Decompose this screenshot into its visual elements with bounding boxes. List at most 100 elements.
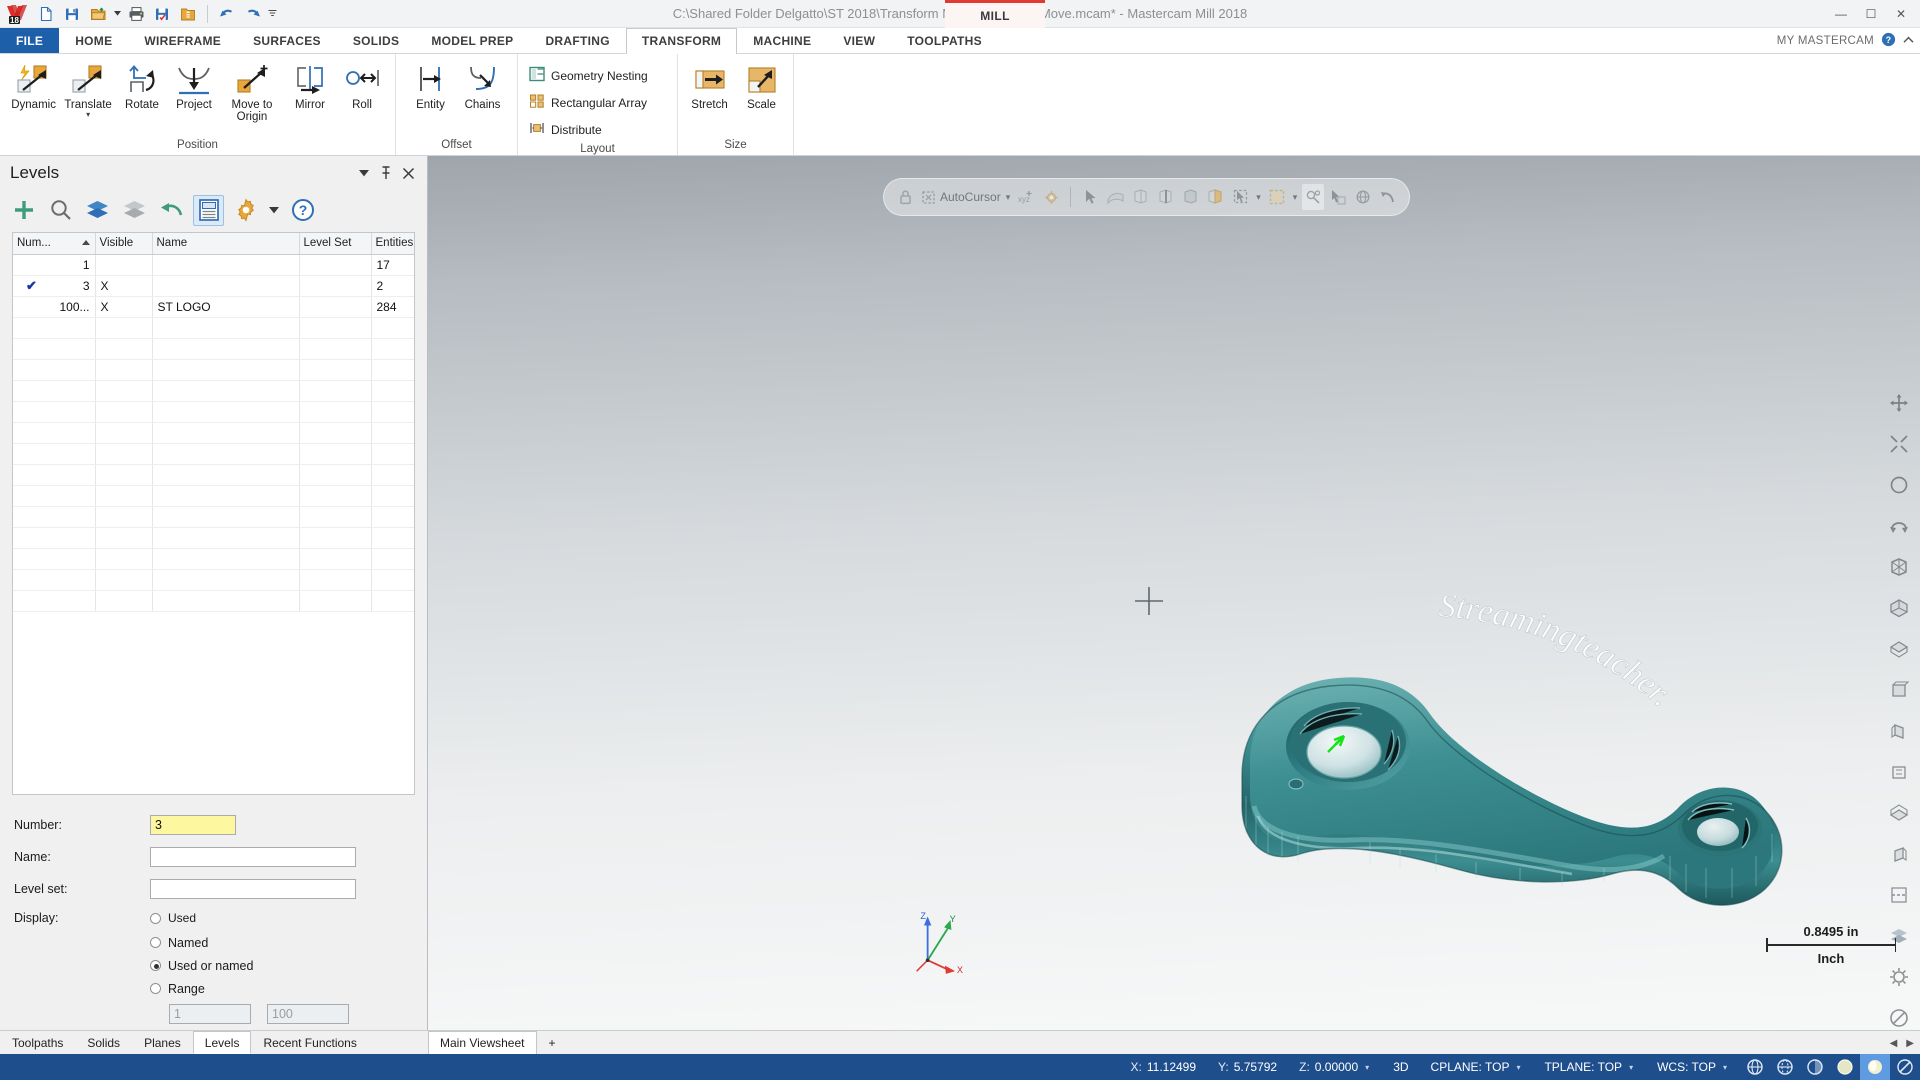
bottom-tab-solids[interactable]: Solids — [75, 1031, 132, 1054]
tplane-label[interactable]: TPLANE: TOP — [1544, 1060, 1622, 1074]
tab-view[interactable]: VIEW — [827, 28, 891, 53]
table-row[interactable]: 1 17 — [13, 254, 414, 276]
solid-part-model[interactable] — [1240, 656, 1800, 956]
mirror-button[interactable]: Mirror — [284, 59, 336, 112]
panel-menu-button[interactable] — [353, 162, 375, 184]
levels-grid-container[interactable]: Num... Visible Name Level Set Entities 1 — [12, 232, 415, 795]
cplane-label[interactable]: CPLANE: TOP — [1431, 1060, 1510, 1074]
top-view-icon[interactable] — [1880, 630, 1918, 668]
redo-button[interactable] — [241, 2, 265, 26]
radio-used[interactable] — [150, 912, 161, 924]
table-row-empty[interactable] — [13, 422, 414, 444]
xyz-coords-icon[interactable]: xyz — [1015, 184, 1037, 210]
geometry-nesting-button[interactable]: Geometry Nesting — [525, 63, 655, 88]
gear-icon[interactable] — [230, 195, 261, 226]
cell-level-set[interactable] — [299, 275, 372, 297]
solid-body-icon[interactable] — [1179, 184, 1201, 210]
quick-access-overflow-button[interactable] — [267, 2, 277, 26]
translate-dropdown-icon[interactable]: ▾ — [86, 111, 90, 119]
fit-screen-icon[interactable] — [1880, 384, 1918, 422]
clipping-plane-icon[interactable] — [1880, 876, 1918, 914]
open-file-button[interactable] — [86, 2, 110, 26]
display-option-range[interactable]: Range — [14, 977, 415, 1000]
caret-down-icon[interactable] — [267, 196, 281, 224]
column-header-visible[interactable]: Visible — [95, 233, 153, 255]
unzoom-icon[interactable] — [1880, 466, 1918, 504]
viewsheet-tab-main[interactable]: Main Viewsheet — [428, 1031, 537, 1055]
arrow-cursor-icon[interactable] — [1079, 184, 1101, 210]
offset-chains-button[interactable]: Chains — [457, 59, 509, 112]
ribbon-collapse-icon[interactable] — [1903, 35, 1914, 47]
viewsheet-prev-button[interactable]: ◀ — [1890, 1038, 1898, 1049]
table-row-empty[interactable] — [13, 359, 414, 381]
solid-edge-icon[interactable] — [1154, 184, 1176, 210]
undo-button[interactable] — [215, 2, 239, 26]
pin-icon[interactable] — [375, 162, 397, 184]
column-header-name[interactable]: Name — [152, 233, 300, 255]
minimize-button[interactable]: — — [1826, 1, 1856, 27]
close-button[interactable]: ✕ — [1886, 1, 1916, 27]
tplane-dropdown-icon[interactable]: ▾ — [1627, 1063, 1635, 1072]
display-option-named[interactable]: Named — [14, 931, 415, 954]
wcs-label[interactable]: WCS: TOP — [1657, 1060, 1716, 1074]
translucent-icon[interactable] — [1890, 1054, 1920, 1080]
question-circle-icon[interactable]: ? — [287, 195, 318, 226]
distribute-button[interactable]: Distribute — [525, 117, 655, 142]
tab-drafting[interactable]: DRAFTING — [529, 28, 625, 53]
tab-home[interactable]: HOME — [59, 28, 128, 53]
tab-transform[interactable]: TRANSFORM — [625, 28, 738, 54]
radio-named[interactable] — [150, 937, 161, 948]
autocursor-dropdown-icon[interactable]: ▾ — [1004, 192, 1013, 203]
rectangular-array-button[interactable]: Rectangular Array — [525, 90, 655, 115]
move-to-origin-button[interactable]: Move to Origin — [220, 59, 284, 124]
tab-toolpaths[interactable]: TOOLPATHS — [891, 28, 998, 53]
table-row[interactable]: ✔ 3 X 2 — [13, 275, 414, 297]
radio-label-used[interactable]: Used — [168, 911, 196, 925]
back-view-icon[interactable] — [1880, 753, 1918, 791]
maximize-button[interactable]: ☐ — [1856, 1, 1886, 27]
shade-on-icon[interactable] — [1860, 1054, 1890, 1080]
print-button[interactable] — [124, 2, 148, 26]
cell-name[interactable] — [152, 254, 300, 276]
cell-visible[interactable]: X — [95, 296, 153, 318]
bottom-tab-levels[interactable]: Levels — [192, 1031, 252, 1054]
display-option-used-or-named[interactable]: Used or named — [14, 954, 415, 977]
name-input[interactable] — [150, 847, 356, 867]
new-file-button[interactable] — [34, 2, 58, 26]
undo-curve-icon[interactable] — [156, 195, 187, 226]
bottom-view-icon[interactable] — [1880, 794, 1918, 832]
tab-model-prep[interactable]: MODEL PREP — [415, 28, 529, 53]
analyze-icon[interactable] — [1302, 184, 1325, 210]
right-view-icon[interactable] — [1880, 712, 1918, 750]
add-new-level-button[interactable] — [8, 195, 39, 226]
wcs-dropdown-icon[interactable]: ▾ — [1721, 1063, 1729, 1072]
table-row-empty[interactable] — [13, 485, 414, 507]
isometric-view-icon[interactable] — [1880, 589, 1918, 627]
padlock-icon[interactable] — [894, 184, 916, 210]
tab-surfaces[interactable]: SURFACES — [237, 28, 337, 53]
table-row-empty[interactable] — [13, 443, 414, 465]
zoom-window-icon[interactable] — [1880, 425, 1918, 463]
autocursor-label[interactable]: AutoCursor — [940, 190, 1001, 204]
list-panel-icon[interactable] — [193, 194, 224, 226]
solid-face-icon[interactable] — [1129, 184, 1151, 210]
cell-visible[interactable] — [95, 254, 153, 276]
dynamic-button[interactable]: Dynamic — [7, 59, 60, 112]
cell-visible[interactable]: X — [95, 275, 153, 297]
column-header-number[interactable]: Num... — [13, 233, 96, 255]
radio-used-or-named[interactable] — [150, 960, 161, 971]
close-icon[interactable] — [397, 162, 419, 184]
coord-z-dropdown-icon[interactable]: ▾ — [1363, 1063, 1371, 1072]
partial-select-icon[interactable] — [1204, 184, 1226, 210]
column-header-level-set[interactable]: Level Set — [299, 233, 372, 255]
radio-range[interactable] — [150, 983, 161, 994]
table-row-empty[interactable] — [13, 569, 414, 591]
table-row-empty[interactable] — [13, 380, 414, 402]
column-header-entities[interactable]: Entities — [371, 233, 414, 255]
sphere-wire-icon[interactable] — [1740, 1054, 1770, 1080]
cplane-dropdown-icon[interactable]: ▾ — [1514, 1063, 1522, 1072]
tab-solids[interactable]: SOLIDS — [337, 28, 415, 53]
table-row[interactable]: 100... X ST LOGO 284 — [13, 296, 414, 318]
graphics-viewport[interactable]: AutoCursor ▾ xyz ▾ ▾ Streamingteacher. Z… — [428, 156, 1920, 1030]
select-surface-icon[interactable] — [1104, 184, 1126, 210]
